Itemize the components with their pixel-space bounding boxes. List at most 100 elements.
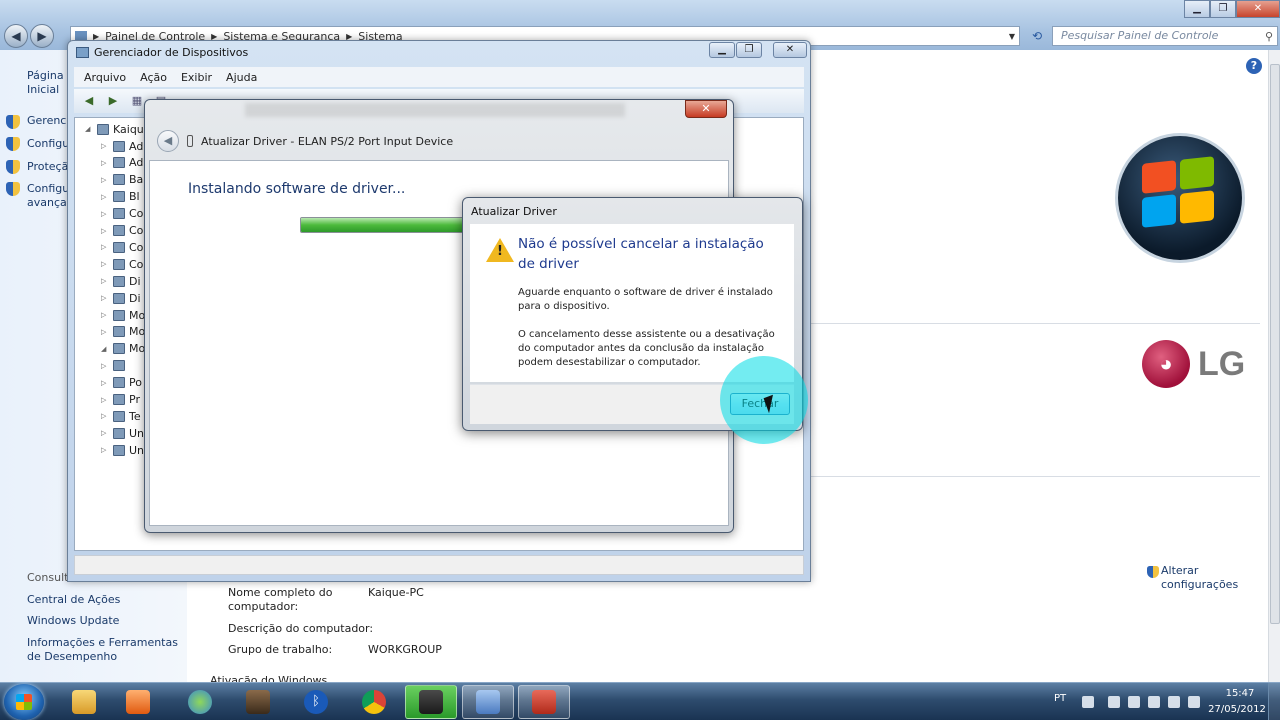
minimize-button[interactable]: ▁: [1184, 0, 1210, 18]
tree-category[interactable]: ▷ Mo: [101, 324, 145, 340]
vertical-scrollbar[interactable]: [1268, 50, 1280, 684]
menu-view[interactable]: Exibir: [181, 71, 212, 84]
info-label-computer-name: Nome completo do computador:: [228, 586, 333, 613]
expand-icon[interactable]: ▷: [101, 294, 109, 302]
taskbar-app-avatar[interactable]: [232, 685, 284, 719]
sidebar-item-protection[interactable]: Proteção do sistema: [27, 160, 67, 174]
tree-category[interactable]: ◢ Mo: [101, 341, 145, 357]
tree-category[interactable]: ▷ Di: [101, 273, 141, 289]
expand-icon[interactable]: ▷: [101, 243, 109, 251]
tree-category[interactable]: ▷ Pr: [101, 392, 140, 408]
sidebar-item-remote[interactable]: Configurações remotas: [27, 137, 67, 151]
taskbar-recorder[interactable]: [405, 685, 457, 719]
tree-category[interactable]: ▷ Mo: [101, 307, 145, 323]
expand-icon[interactable]: ▷: [101, 227, 109, 235]
clock-time[interactable]: 15:47: [1215, 688, 1265, 699]
device-category-icon: [113, 410, 125, 422]
menu-file[interactable]: Arquivo: [84, 71, 126, 84]
expand-icon[interactable]: ▷: [101, 159, 109, 167]
close-dialog-button[interactable]: Fechar: [730, 393, 790, 415]
link-action-center[interactable]: Central de Ações: [27, 593, 120, 607]
close-button[interactable]: ✕: [773, 42, 807, 58]
sidebar-item-home[interactable]: Página Inicial do Painel de Controle: [27, 69, 67, 97]
tree-category[interactable]: ▷ Co: [101, 256, 143, 272]
link-performance-tools[interactable]: Informações e Ferramentas de Desempenho: [27, 636, 185, 664]
expand-icon[interactable]: ▷: [101, 210, 109, 218]
forward-icon[interactable]: ▶: [30, 24, 54, 48]
battery-icon[interactable]: [1128, 696, 1140, 708]
close-button[interactable]: ✕: [1236, 0, 1280, 18]
facebook-icon[interactable]: [1108, 696, 1120, 708]
tree-category[interactable]: ▷: [101, 358, 129, 374]
tree-category[interactable]: ▷ Co: [101, 206, 143, 222]
chevron-up-icon[interactable]: [1082, 696, 1094, 708]
expand-icon[interactable]: ▷: [101, 429, 109, 437]
action-center-icon[interactable]: [1188, 696, 1200, 708]
scrollbar-thumb[interactable]: [1270, 64, 1280, 624]
change-settings-link[interactable]: Alterar configurações: [1147, 564, 1241, 592]
tree-category[interactable]: ▷ Co: [101, 239, 143, 255]
start-button[interactable]: [4, 684, 44, 720]
taskbar-device-manager[interactable]: [518, 685, 570, 719]
back-icon[interactable]: ◀: [157, 130, 179, 152]
expand-icon[interactable]: ▷: [101, 311, 109, 319]
tree-category[interactable]: ▷ Te: [101, 408, 141, 424]
taskbar-control-panel[interactable]: [462, 685, 514, 719]
taskbar-explorer[interactable]: [58, 685, 110, 719]
maximize-button[interactable]: ❐: [736, 42, 762, 58]
taskbar-bluetooth[interactable]: ᛒ: [290, 685, 342, 719]
refresh-icon[interactable]: ⟲: [1026, 26, 1048, 46]
tree-category[interactable]: ▷ Un: [101, 425, 144, 441]
expand-icon[interactable]: ◢: [101, 345, 109, 353]
link-windows-update[interactable]: Windows Update: [27, 614, 119, 628]
maximize-button[interactable]: ❐: [1210, 0, 1236, 18]
tree-category[interactable]: ▷ Co: [101, 223, 143, 239]
tree-category[interactable]: ▷ Po: [101, 375, 142, 391]
tree-category[interactable]: ▷ Ba: [101, 172, 143, 188]
back-icon[interactable]: ◀: [4, 24, 28, 48]
tree-category-label: Ad: [129, 139, 144, 153]
tree-category[interactable]: ▷ Ad: [101, 155, 143, 171]
collapse-icon[interactable]: ◢: [85, 125, 93, 133]
volume-icon[interactable]: [1168, 696, 1180, 708]
search-input[interactable]: Pesquisar Painel de Controle ⚲: [1052, 26, 1278, 46]
expand-icon[interactable]: ▷: [101, 446, 109, 454]
network-icon[interactable]: [1148, 696, 1160, 708]
forward-arrow-icon[interactable]: ▶: [104, 93, 122, 109]
back-arrow-icon[interactable]: ◀: [80, 93, 98, 109]
sidebar-item-device-manager[interactable]: Gerenciador de Dispositivos: [27, 114, 67, 128]
menu-help[interactable]: Ajuda: [226, 71, 257, 84]
expand-icon[interactable]: ▷: [101, 260, 109, 268]
help-icon[interactable]: ?: [1246, 58, 1262, 74]
close-button[interactable]: ✕: [685, 100, 727, 118]
menu-action[interactable]: Ação: [140, 71, 167, 84]
clock-date[interactable]: 27/05/2012: [1202, 704, 1272, 715]
expand-icon[interactable]: ▷: [101, 277, 109, 285]
chevron-down-icon[interactable]: ▼: [1009, 32, 1015, 41]
expand-icon[interactable]: ▷: [101, 379, 109, 387]
taskbar-chrome[interactable]: [348, 685, 400, 719]
language-indicator[interactable]: PT: [1054, 693, 1066, 704]
device-category-icon: [113, 427, 125, 439]
device-category-icon: [113, 360, 125, 372]
sidebar-item-advanced[interactable]: Configurações avançadas do sistema: [27, 182, 67, 210]
status-bar: [74, 555, 804, 575]
expand-icon[interactable]: ▷: [101, 193, 109, 201]
expand-icon[interactable]: ▷: [101, 396, 109, 404]
taskbar-messenger[interactable]: [174, 685, 226, 719]
expand-icon[interactable]: ▷: [101, 176, 109, 184]
search-placeholder: Pesquisar Painel de Controle: [1061, 29, 1219, 42]
taskbar-media-player[interactable]: [112, 685, 164, 719]
tree-category[interactable]: ▷ Di: [101, 290, 141, 306]
show-desktop-button[interactable]: [1268, 683, 1280, 720]
tree-category[interactable]: ▷ Un: [101, 442, 144, 458]
expand-icon[interactable]: ▷: [101, 142, 109, 150]
minimize-button[interactable]: ▁: [709, 42, 735, 58]
expand-icon[interactable]: ▷: [101, 412, 109, 420]
tree-category[interactable]: ▷ Ad: [101, 138, 143, 154]
info-value-workgroup: WORKGROUP: [368, 643, 442, 656]
expand-icon[interactable]: ▷: [101, 362, 109, 370]
navigation-buttons: ◀ ▶: [4, 24, 54, 48]
tree-category[interactable]: ▷ Bl: [101, 189, 140, 205]
expand-icon[interactable]: ▷: [101, 328, 109, 336]
